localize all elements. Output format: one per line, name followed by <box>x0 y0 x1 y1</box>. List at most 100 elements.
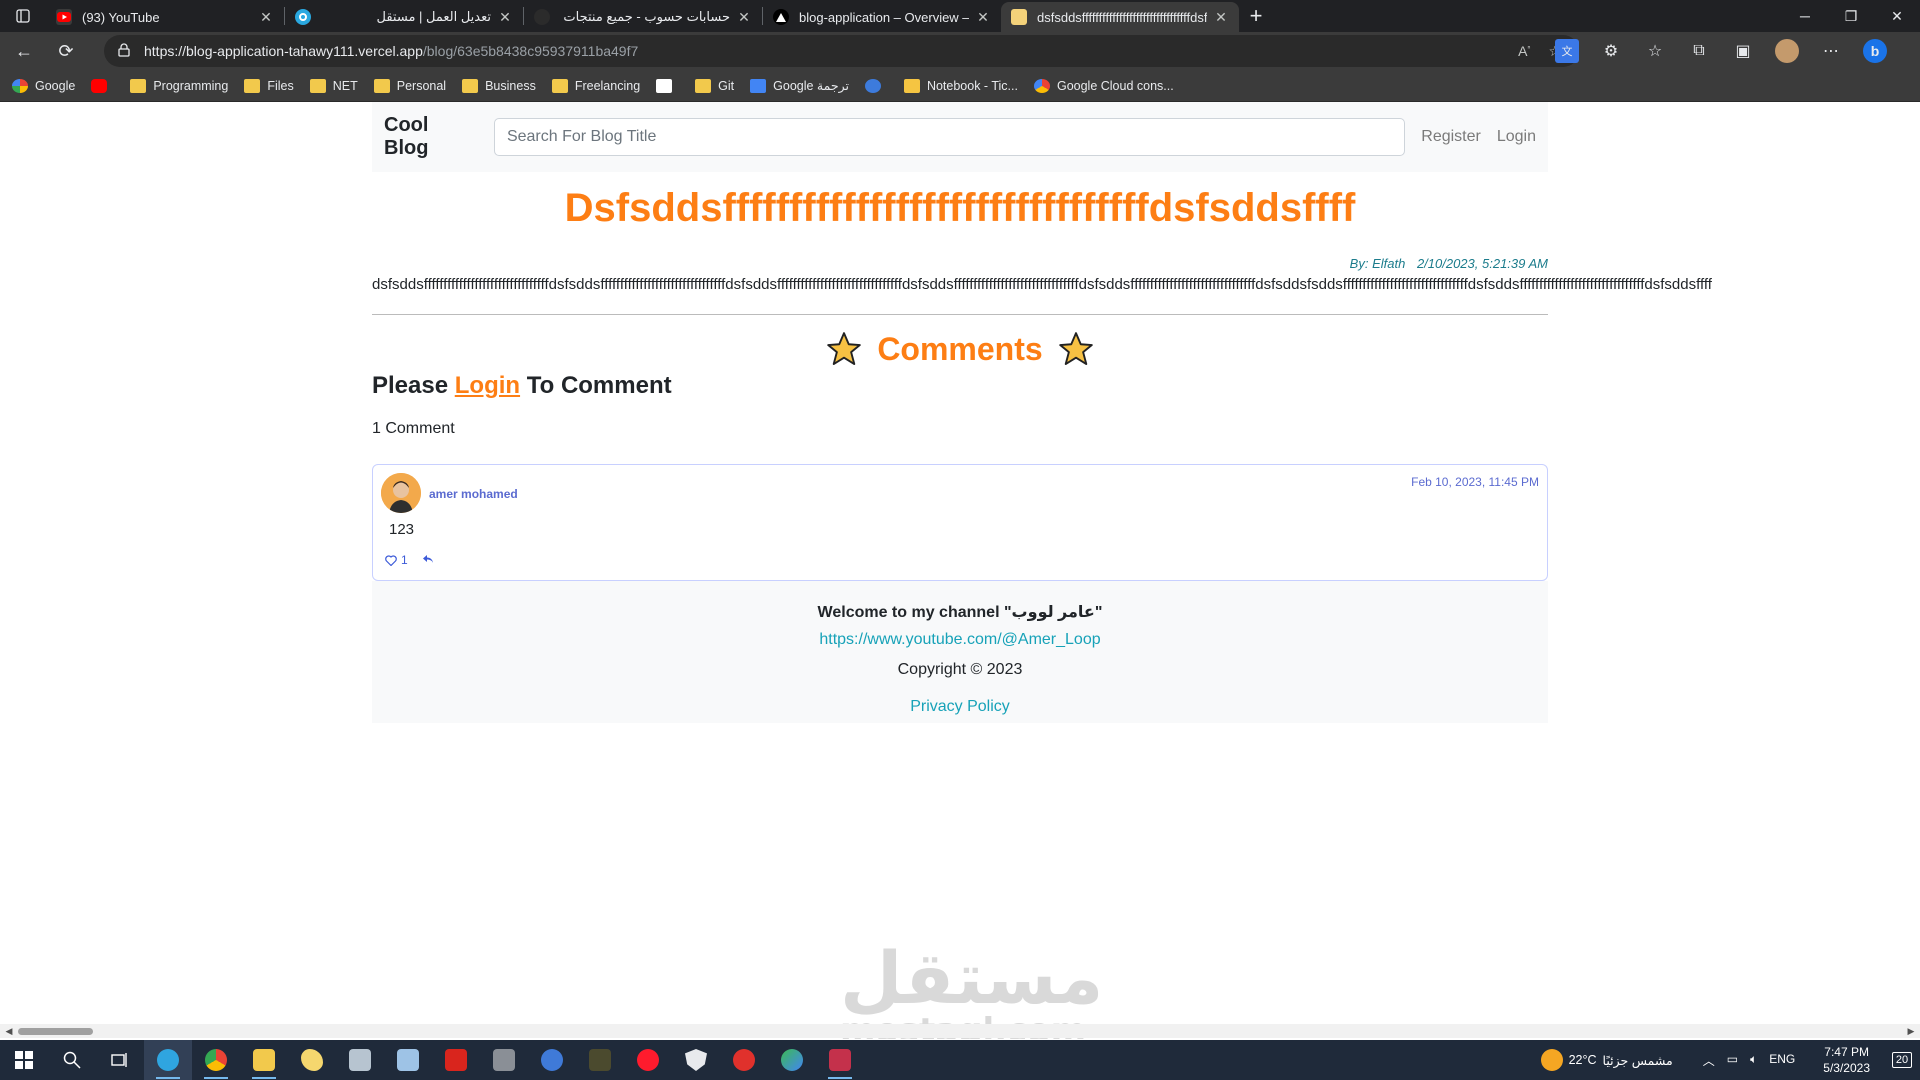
horizontal-scrollbar[interactable]: ◀ ▶ <box>0 1024 1920 1038</box>
favorites-icon[interactable]: ☆ <box>1643 39 1667 63</box>
more-options-icon[interactable]: ⋯ <box>1819 39 1843 63</box>
browser-tab[interactable]: تعديل العمل | مستقل ✕ <box>285 2 523 32</box>
tab-title: تعديل العمل | مستقل <box>376 9 492 24</box>
bookmark-item[interactable] <box>656 78 679 93</box>
notification-center-icon[interactable]: 20 <box>1884 1040 1920 1080</box>
snipping-tool-icon[interactable] <box>480 1040 528 1080</box>
weather-widget[interactable]: 22°C مشمس جزئيًا <box>1540 1049 1673 1071</box>
folder-icon <box>244 78 261 93</box>
bing-copilot-icon[interactable]: b <box>1863 39 1887 63</box>
profile-avatar-icon[interactable] <box>1775 39 1799 63</box>
film-app-icon[interactable] <box>576 1040 624 1080</box>
restore-icon[interactable]: ❐ <box>1828 0 1874 32</box>
like-button[interactable]: 1 <box>385 553 408 567</box>
clock-time: 7:47 PM <box>1824 1045 1869 1059</box>
scrollbar-thumb[interactable] <box>18 1028 93 1035</box>
bookmark-label: Google Cloud cons... <box>1056 78 1174 93</box>
bookmark-item[interactable]: Git <box>695 78 734 93</box>
like-count: 1 <box>401 553 408 567</box>
bookmark-item[interactable] <box>91 78 114 93</box>
volume-icon[interactable]: 🔈︎ <box>1750 1052 1757 1069</box>
tab-close-icon[interactable]: ✕ <box>1213 9 1229 26</box>
privacy-policy-link[interactable]: Privacy Policy <box>372 698 1548 716</box>
bookmark-item[interactable] <box>864 78 888 93</box>
tab-close-icon[interactable]: ✕ <box>736 9 752 26</box>
search-icon[interactable] <box>48 1040 96 1080</box>
scroll-left-icon[interactable]: ◀ <box>2 1024 16 1038</box>
bookmark-item[interactable]: Business <box>462 78 536 93</box>
login-link[interactable]: Login <box>1497 128 1536 146</box>
register-link[interactable]: Register <box>1421 128 1481 146</box>
edge-taskbar-icon[interactable] <box>144 1040 192 1080</box>
vs-code-icon[interactable] <box>816 1040 864 1080</box>
collections-icon[interactable]: ⧉ <box>1687 39 1711 63</box>
bookmark-item[interactable]: Personal <box>373 78 446 93</box>
acrobat-icon[interactable] <box>432 1040 480 1080</box>
opera-icon[interactable] <box>624 1040 672 1080</box>
youtube-channel-link[interactable]: https://www.youtube.com/@Amer_Loop <box>372 631 1548 649</box>
search-input[interactable] <box>493 118 1406 156</box>
login-to-comment-link[interactable]: Login <box>455 372 520 399</box>
bookmark-item[interactable]: NET <box>309 78 358 93</box>
bookmark-item[interactable]: Google <box>12 78 75 93</box>
refresh-icon[interactable]: ⟳ <box>48 35 84 67</box>
new-tab-icon[interactable]: + <box>1239 0 1273 32</box>
bird-app-icon[interactable] <box>288 1040 336 1080</box>
tray-icons: ︿ ▭ 🔈︎ ENG <box>1703 1052 1796 1069</box>
bookmark-item[interactable]: Notebook - Tic... <box>903 78 1018 93</box>
comment-author[interactable]: amer mohamed <box>429 487 518 501</box>
comment-text: 123 <box>389 521 415 538</box>
file-explorer-icon[interactable] <box>240 1040 288 1080</box>
bookmark-item[interactable]: Google ترجمة <box>750 78 849 93</box>
bookmark-item[interactable]: Programming <box>130 78 228 93</box>
weather-sun-icon <box>1540 1049 1563 1071</box>
ccleaner-icon[interactable] <box>720 1040 768 1080</box>
tab-close-icon[interactable]: ✕ <box>497 9 513 26</box>
minimize-icon[interactable]: ─ <box>1782 0 1828 32</box>
network-icon[interactable]: ▭ <box>1727 1052 1738 1069</box>
address-bar[interactable]: https://blog-application-tahawy111.verce… <box>104 35 1579 67</box>
login-prompt-suffix: To Comment <box>526 372 672 399</box>
close-window-icon[interactable]: ✕ <box>1874 0 1920 32</box>
show-hidden-icons-icon[interactable]: ︿ <box>1703 1052 1715 1069</box>
bookmark-item[interactable]: Google Cloud cons... <box>1033 78 1174 93</box>
browser-tab[interactable]: (93) YouTube ✕ <box>46 2 284 32</box>
site-brand[interactable]: Cool Blog <box>384 114 478 160</box>
input-language[interactable]: ENG <box>1769 1052 1795 1069</box>
bookmark-label: Business <box>485 78 536 93</box>
browser-tab[interactable]: حسابات حسوب - جميع منتجات حسوب ✕ <box>524 2 762 32</box>
translate-icon[interactable]: 文 <box>1555 39 1579 63</box>
pen-icon <box>903 78 920 93</box>
tab-close-icon[interactable]: ✕ <box>258 9 274 26</box>
reply-icon[interactable] <box>422 553 434 567</box>
comment-card: amer mohamed Feb 10, 2023, 11:45 PM 123 … <box>372 464 1548 581</box>
folder-icon <box>130 78 147 93</box>
bookmarks-bar: Google Programming Files NET Personal Busines… <box>0 70 1920 102</box>
browser-tab-active[interactable]: dsfsddsffffffffffffffffffffffffffffffffd… <box>1001 2 1239 32</box>
edge-dev-icon[interactable] <box>528 1040 576 1080</box>
network-app-icon[interactable] <box>768 1040 816 1080</box>
extensions-icon[interactable]: ⚙ <box>1599 39 1623 63</box>
chrome-taskbar-icon[interactable] <box>192 1040 240 1080</box>
task-view-icon[interactable] <box>96 1040 144 1080</box>
notes-app-icon[interactable] <box>384 1040 432 1080</box>
lock-icon[interactable] <box>104 42 144 60</box>
back-icon[interactable]: ← <box>6 35 42 67</box>
start-button[interactable] <box>0 1040 48 1080</box>
read-aloud-icon[interactable]: Aⁿ <box>1518 43 1530 59</box>
hsoub-favicon-icon <box>534 9 550 25</box>
calculator-icon[interactable] <box>336 1040 384 1080</box>
bookmark-item[interactable]: Freelancing <box>551 78 640 93</box>
bookmark-item[interactable]: Files <box>244 78 294 93</box>
browser-tab[interactable]: blog-application – Overview – Vercel ✕ <box>763 2 1001 32</box>
post-author: By: Elfath <box>1349 256 1406 271</box>
split-screen-icon[interactable]: ▣ <box>1731 39 1755 63</box>
tab-close-icon[interactable]: ✕ <box>975 9 991 26</box>
tab-actions-icon[interactable] <box>0 0 46 32</box>
folder-icon <box>551 78 568 93</box>
post-title: Dsfsddsffffffffffffffffffffffffffffffffd… <box>564 186 1356 230</box>
scroll-right-icon[interactable]: ▶ <box>1904 1024 1918 1038</box>
clock[interactable]: 7:47 PM 5/3/2023 <box>1823 1044 1870 1076</box>
footer-welcome: Welcome to my channel "عامر لووب" <box>817 604 1103 621</box>
security-shield-icon[interactable] <box>672 1040 720 1080</box>
